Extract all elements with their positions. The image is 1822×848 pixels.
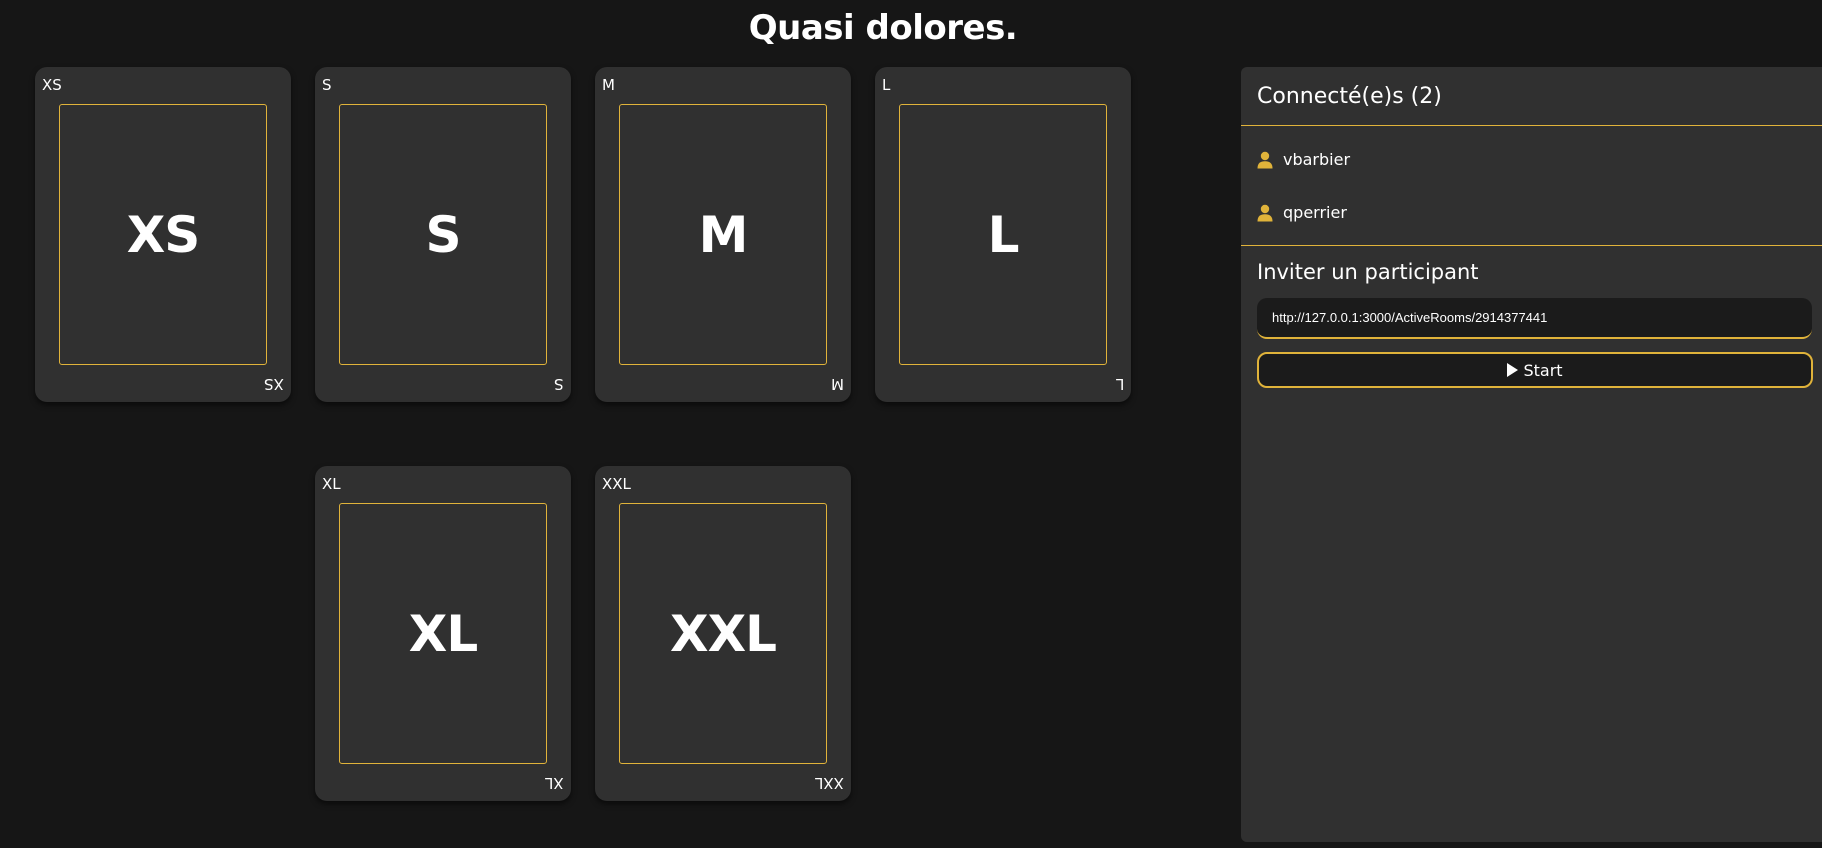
user-item: vbarbier	[1241, 133, 1822, 186]
user-item: qperrier	[1241, 186, 1822, 239]
card-l[interactable]: L L L	[875, 67, 1131, 402]
page-title: Quasi dolores.	[748, 8, 1018, 48]
card-corner-top: XXL	[602, 475, 631, 493]
user-icon	[1257, 204, 1273, 222]
card-corner-bottom: S	[554, 375, 564, 393]
card-corner-top: S	[322, 76, 332, 94]
card-frame: M	[619, 104, 827, 365]
play-icon	[1507, 363, 1519, 377]
user-list: vbarbier qperrier	[1241, 126, 1822, 246]
card-m[interactable]: M M M	[595, 67, 851, 402]
card-frame: XL	[339, 503, 547, 764]
card-frame: XS	[59, 104, 267, 365]
card-corner-top: L	[882, 76, 891, 94]
card-value: L	[987, 205, 1020, 264]
participants-panel: Connecté(e)s (2) vbarbier qperrier Invit…	[1241, 67, 1822, 842]
card-frame: XXL	[619, 503, 827, 764]
start-label: Start	[1523, 360, 1563, 380]
card-xxl[interactable]: XXL XXL XXL	[595, 466, 851, 801]
user-icon	[1257, 151, 1273, 169]
invite-title: Inviter un participant	[1257, 260, 1479, 284]
connected-title: Connecté(e)s (2)	[1241, 67, 1822, 126]
card-frame: L	[899, 104, 1107, 365]
card-xs[interactable]: XS XS XS	[35, 67, 291, 402]
card-s[interactable]: S S S	[315, 67, 571, 402]
user-name: qperrier	[1283, 203, 1347, 222]
user-name: vbarbier	[1283, 150, 1351, 169]
card-corner-top: XS	[42, 76, 62, 94]
card-corner-bottom: XS	[264, 375, 284, 393]
card-corner-bottom: L	[1115, 375, 1124, 393]
card-value: S	[425, 205, 461, 264]
card-frame: S	[339, 104, 547, 365]
card-xl[interactable]: XL XL XL	[315, 466, 571, 801]
card-corner-bottom: M	[831, 375, 844, 393]
card-corner-bottom: XXL	[815, 774, 844, 792]
card-value: XL	[408, 604, 478, 663]
card-corner-top: M	[602, 76, 615, 94]
invite-link-input[interactable]	[1257, 298, 1812, 339]
card-corner-top: XL	[322, 475, 341, 493]
card-value: XXL	[670, 604, 777, 663]
card-value: XS	[126, 205, 201, 264]
start-button[interactable]: Start	[1257, 352, 1813, 388]
card-corner-bottom: XL	[545, 774, 564, 792]
card-value: M	[698, 205, 749, 264]
